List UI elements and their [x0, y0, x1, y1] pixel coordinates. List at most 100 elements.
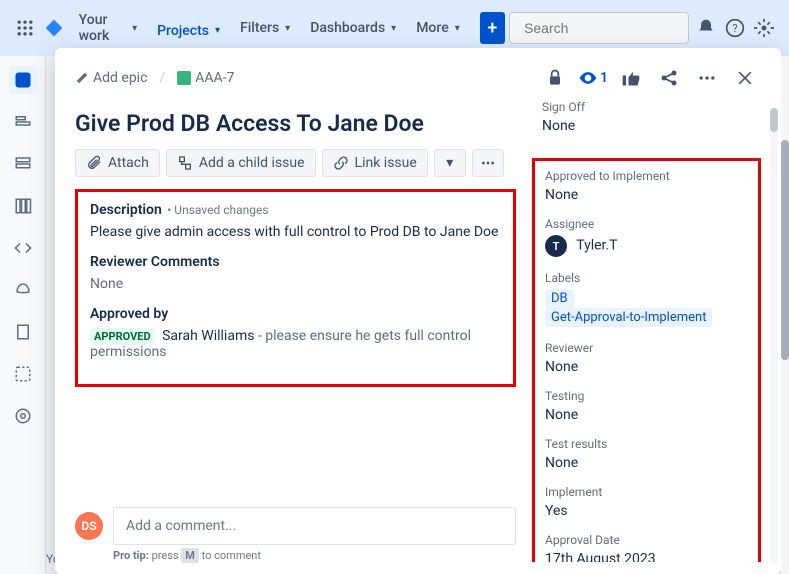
left-sidebar	[0, 56, 46, 574]
chevron-down-icon: ▾	[455, 23, 460, 34]
sidebar-add-shortcut-icon[interactable]	[9, 360, 37, 388]
labels-value[interactable]: DB Get-Approval-to-Implement	[545, 289, 748, 327]
sidebar-project-icon[interactable]	[9, 66, 37, 94]
comment-input[interactable]: Add a comment...	[113, 507, 516, 545]
watch-button[interactable]: 1	[577, 62, 609, 94]
sidebar-board-icon[interactable]	[9, 192, 37, 220]
protip-suffix: to comment	[202, 549, 261, 562]
approved-by-label: Approved by	[90, 306, 501, 322]
description-label-text: Description	[90, 202, 162, 218]
implement-value[interactable]: Yes	[545, 503, 748, 519]
add-epic-button[interactable]: Add epic	[75, 70, 147, 86]
page-scrollbar-thumb[interactable]	[781, 140, 789, 360]
approval-date-label: Approval Date	[545, 533, 748, 547]
issue-title[interactable]: Give Prod DB Access To Jane Doe	[75, 110, 516, 137]
approval-date-value[interactable]: 17th August 2023	[545, 551, 748, 562]
test-results-label: Test results	[545, 437, 748, 451]
reviewer-field: Reviewer None	[545, 341, 748, 375]
chevron-down-icon: ▾	[285, 23, 290, 34]
protip-mid: press	[152, 549, 179, 562]
labels-field: Labels DB Get-Approval-to-Implement	[545, 271, 748, 327]
add-child-button[interactable]: Add a child issue	[166, 149, 316, 177]
lock-icon[interactable]	[539, 62, 571, 94]
approval-date-field: Approval Date 17th August 2023	[545, 533, 748, 562]
nav-dashboards-label: Dashboards	[310, 20, 385, 36]
nav-your-work[interactable]: Your work ▾	[71, 4, 145, 52]
signoff-label: Sign Off	[542, 100, 761, 114]
sidebar-releases-icon[interactable]	[9, 276, 37, 304]
side-highlight-box: Approved to Implement None Assignee T Ty…	[532, 158, 761, 562]
modal-header: Add epic / AAA-7 1	[55, 48, 781, 94]
create-button[interactable]: +	[480, 12, 505, 44]
label-chip[interactable]: Get-Approval-to-Implement	[545, 308, 712, 327]
assignee-name: Tyler.T	[576, 238, 617, 254]
nav-your-work-label: Your work	[79, 12, 126, 44]
settings-icon[interactable]	[752, 12, 777, 44]
more-actions-icon[interactable]	[691, 62, 723, 94]
app-switcher-icon[interactable]	[12, 12, 37, 44]
signoff-value[interactable]: None	[542, 118, 761, 134]
description-label: Description • Unsaved changes	[90, 202, 501, 218]
comment-box: DS Add a comment...	[75, 499, 516, 545]
sidebar-backlog-icon[interactable]	[9, 150, 37, 178]
label-chip[interactable]: DB	[545, 289, 574, 308]
chevron-down-icon: ▾	[132, 23, 137, 34]
svg-text:?: ?	[732, 22, 737, 35]
close-icon[interactable]	[729, 62, 761, 94]
jira-logo-icon[interactable]	[41, 12, 66, 44]
protip-key: M	[181, 548, 199, 563]
link-issue-button[interactable]: Link issue	[322, 149, 428, 177]
modal-scrollbar-track	[770, 108, 778, 564]
protip-prefix: Pro tip:	[113, 549, 152, 562]
testing-value[interactable]: None	[545, 407, 748, 423]
chevron-down-icon: ▾	[391, 23, 396, 34]
description-highlight-box: Description • Unsaved changes Please giv…	[75, 189, 516, 387]
watch-count: 1	[600, 70, 608, 86]
issue-key-link[interactable]: AAA-7	[177, 70, 234, 86]
add-epic-label: Add epic	[93, 70, 147, 86]
labels-label: Labels	[545, 271, 748, 285]
approved-to-implement-value[interactable]: None	[545, 187, 748, 203]
attach-label: Attach	[108, 155, 149, 171]
nav-more-label: More	[416, 20, 449, 36]
current-user-avatar: DS	[75, 512, 103, 540]
search-input[interactable]	[524, 20, 705, 36]
unsaved-changes-indicator: • Unsaved changes	[167, 203, 268, 217]
nav-more[interactable]: More ▾	[408, 12, 468, 44]
sidebar-pages-icon[interactable]	[9, 318, 37, 346]
assignee-value[interactable]: T Tyler.T	[545, 235, 748, 257]
approved-by-value[interactable]: APPROVED Sarah Williams - please ensure …	[90, 328, 501, 360]
add-child-label: Add a child issue	[199, 155, 305, 171]
approver-name: Sarah Williams	[162, 328, 254, 344]
implement-label: Implement	[545, 485, 748, 499]
reviewer-label: Reviewer	[545, 341, 748, 355]
assignee-avatar: T	[545, 235, 567, 257]
search-box[interactable]	[509, 12, 689, 44]
link-issue-dropdown[interactable]: ▾	[434, 149, 466, 177]
nav-filters[interactable]: Filters ▾	[232, 12, 298, 44]
nav-projects-label: Projects	[157, 23, 209, 39]
approved-to-implement-field: Approved to Implement None	[545, 169, 748, 203]
reviewer-value[interactable]: None	[545, 359, 748, 375]
share-icon[interactable]	[653, 62, 685, 94]
sidebar-project-settings-icon[interactable]	[9, 402, 37, 430]
sidebar-code-icon[interactable]	[9, 234, 37, 262]
modal-scrollbar-thumb[interactable]	[770, 108, 778, 132]
nav-dashboards[interactable]: Dashboards ▾	[302, 12, 404, 44]
implement-field: Implement Yes	[545, 485, 748, 519]
description-text[interactable]: Please give admin access with full contr…	[90, 224, 501, 240]
help-icon[interactable]: ?	[722, 12, 747, 44]
test-results-value[interactable]: None	[545, 455, 748, 471]
attach-button[interactable]: Attach	[75, 149, 160, 177]
reviewer-comments-value[interactable]: None	[90, 276, 501, 292]
link-issue-label: Link issue	[355, 155, 417, 171]
notifications-icon[interactable]	[693, 12, 718, 44]
testing-field: Testing None	[545, 389, 748, 423]
nav-filters-label: Filters	[240, 20, 279, 36]
approved-to-implement-label: Approved to Implement	[545, 169, 748, 183]
more-issue-actions[interactable]	[472, 149, 504, 177]
sidebar-roadmap-icon[interactable]	[9, 108, 37, 136]
like-icon[interactable]	[615, 62, 647, 94]
breadcrumb-separator: /	[159, 70, 165, 86]
chevron-down-icon: ▾	[446, 155, 453, 171]
